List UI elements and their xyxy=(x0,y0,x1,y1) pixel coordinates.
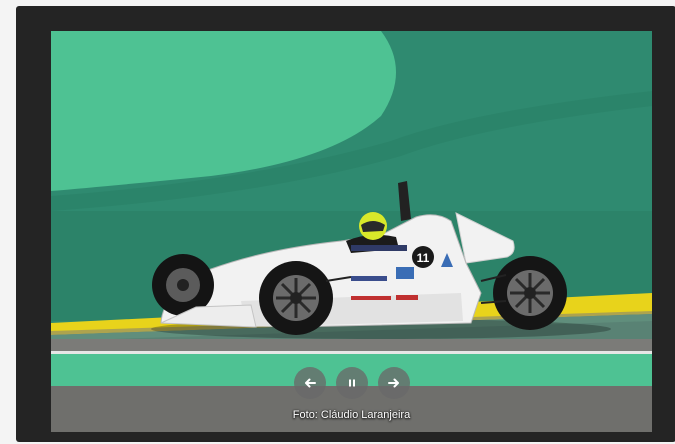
photo-caption: Foto: Cláudio Laranjeira xyxy=(292,409,411,421)
slideshow-frame: 11 Foto: Cláudio Laranjeira xyxy=(16,6,675,442)
slideshow-controls xyxy=(51,367,652,399)
previous-button[interactable] xyxy=(293,367,326,399)
photo-viewer: 11 Foto: Cláudio Laranjeira xyxy=(51,31,652,432)
next-button[interactable] xyxy=(377,367,410,399)
pause-icon xyxy=(348,379,355,387)
arrow-left-icon xyxy=(304,378,316,388)
arrow-right-icon xyxy=(387,378,399,388)
pause-button[interactable] xyxy=(335,367,368,399)
car-number: 11 xyxy=(417,251,430,265)
